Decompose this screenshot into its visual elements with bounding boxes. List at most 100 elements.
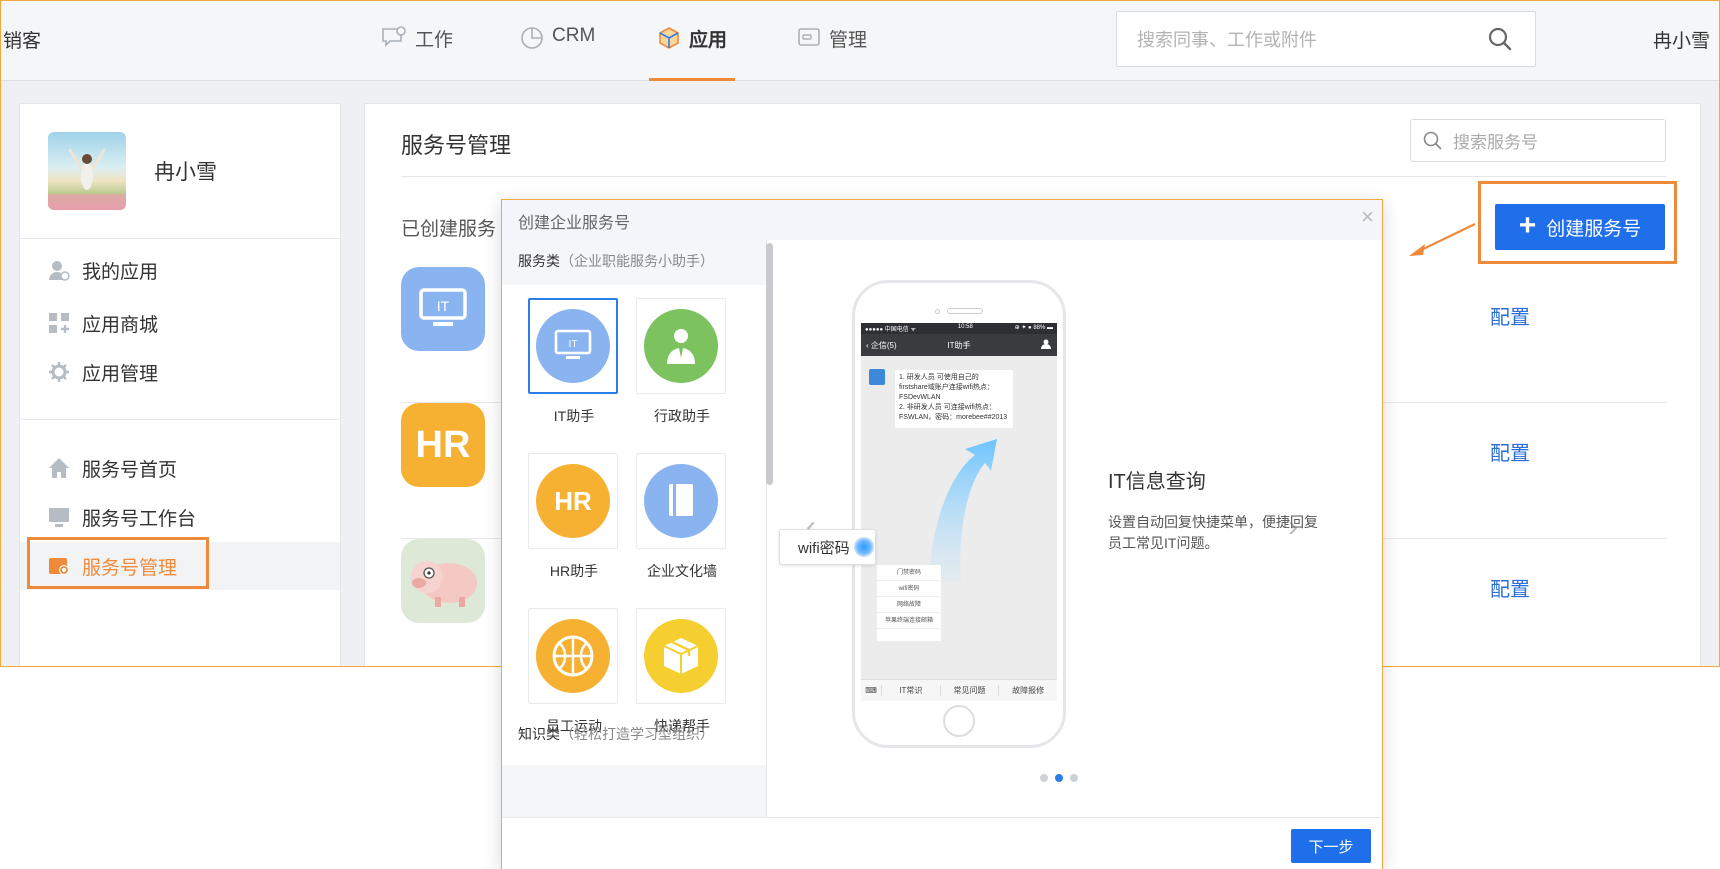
status-bar: ●●●●● 中国电信 ᯤ 10:58 ⊕ ✦ ● 88% ▬ — [861, 323, 1057, 334]
create-service-button[interactable]: + 创建服务号 — [1495, 204, 1665, 250]
nav-apps[interactable]: 应用 — [648, 25, 736, 81]
grid-plus-icon — [49, 313, 69, 333]
tile-it-assistant[interactable]: IT IT助手 — [526, 298, 644, 446]
it-icon: IT — [401, 267, 485, 351]
hr-icon: HR — [401, 403, 485, 487]
nav-label: 应用 — [689, 30, 728, 51]
divider — [20, 419, 340, 420]
highlight-box — [27, 537, 209, 589]
brand-label: 销客 — [3, 31, 42, 52]
feature-title: IT信息查询 — [1108, 471, 1206, 493]
nav-label: 工作 — [415, 30, 454, 51]
sidebar-item-label: 服务号工作台 — [82, 508, 197, 530]
create-button-label: 创建服务号 — [1546, 218, 1642, 240]
bot-avatar-icon — [869, 369, 885, 385]
sidebar-item-app-manage[interactable]: 应用管理 — [20, 348, 340, 396]
quick-menu: 门禁密码 wifi密码 网络故障 苹果终端连接邮箱 — [877, 565, 941, 641]
category-heading: 服务类（企业职能服务小助手） — [518, 253, 714, 269]
home-icon — [49, 458, 69, 478]
tile-label: HR助手 — [549, 563, 599, 579]
page-title: 服务号管理 — [401, 133, 512, 158]
preview-panel: ‹ › ●●●●● 中国电信 ᯤ 10:58 ⊕ ✦ ● 88% ▬ ‹ 企信(… — [776, 240, 1382, 817]
hr-icon: HR — [536, 464, 610, 538]
phone-screen: ●●●●● 中国电信 ᯤ 10:58 ⊕ ✦ ● 88% ▬ ‹ 企信(5) I… — [861, 323, 1057, 701]
config-link[interactable]: 配置 — [1490, 437, 1530, 466]
close-icon[interactable]: × — [1361, 206, 1374, 228]
icon-text: IT — [569, 339, 578, 350]
sidebar-item-my-apps[interactable]: 我的应用 — [20, 246, 340, 294]
tile-label: 行政助手 — [654, 408, 710, 424]
pager-dot-active — [1055, 774, 1063, 782]
admin-person-icon — [644, 309, 718, 383]
sidebar-item-service-home[interactable]: 服务号首页 — [20, 444, 340, 492]
category-heading: 知识类（轻松打造学习型组织） — [518, 726, 714, 742]
phone-camera-icon — [935, 309, 940, 314]
tile-label: 企业文化墙 — [647, 563, 717, 579]
chat-icon — [382, 26, 406, 47]
sidebar-username: 冉小雪 — [154, 161, 217, 184]
tile-admin-assistant[interactable]: 行政助手 — [634, 298, 752, 446]
top-navbar: 销客 工作 CRM 应用 管理 搜索同事、工作或附件 冉小雪 — [1, 1, 1719, 81]
sidebar: 冉小雪 我的应用 应用商城 应用管理 服务号首页 服务号工作台 服务号管理 — [19, 103, 341, 666]
config-link[interactable]: 配置 — [1490, 301, 1530, 330]
plus-icon: + — [1518, 209, 1537, 242]
tile-culture-wall[interactable]: 企业文化墙 — [634, 453, 752, 601]
next-button[interactable]: 下一步 — [1291, 829, 1371, 863]
nav-label: CRM — [552, 25, 596, 46]
service-search-input[interactable]: 搜索服务号 — [1410, 119, 1666, 162]
swipe-arrow-icon — [929, 439, 997, 581]
tile-hr-assistant[interactable]: HR HR助手 — [526, 453, 644, 601]
pager-dot — [1070, 774, 1078, 782]
avatar[interactable] — [48, 132, 126, 210]
top-username[interactable]: 冉小雪 — [1653, 26, 1710, 53]
sidebar-item-label: 应用管理 — [82, 363, 159, 385]
pager-dots[interactable] — [1040, 774, 1078, 782]
cube-icon — [659, 27, 679, 49]
scrollbar[interactable] — [766, 243, 773, 485]
nav-manage[interactable]: 管理 — [797, 25, 867, 81]
tile-grid: IT IT助手 行政助手 HR HR助手 企业文化墙 员工运动 快递帮手 — [502, 285, 766, 765]
sidebar-item-app-store[interactable]: 应用商城 — [20, 299, 340, 347]
user-apps-icon — [49, 261, 70, 281]
chat-header: ‹ 企信(5) IT助手 — [861, 334, 1057, 356]
search-placeholder: 搜索服务号 — [1453, 133, 1538, 152]
tap-indicator-icon — [854, 537, 874, 557]
nav-crm[interactable]: CRM — [520, 25, 595, 81]
pie-chart-icon — [521, 27, 543, 49]
chat-menu-bar: ⌨ IT常识 常见问题 故障报修 — [861, 679, 1057, 701]
monitor-icon — [49, 508, 69, 527]
back-label: ‹ 企信(5) — [866, 340, 897, 350]
user-icon — [1041, 339, 1051, 349]
chat-title: IT助手 — [947, 340, 971, 350]
icon-text: IT — [437, 298, 450, 314]
basketball-icon — [536, 619, 610, 693]
config-link[interactable]: 配置 — [1490, 573, 1530, 602]
tile-label: IT助手 — [553, 408, 595, 424]
it-icon: IT — [536, 309, 610, 383]
search-placeholder: 搜索同事、工作或附件 — [1137, 30, 1317, 50]
create-service-dialog: 创建企业服务号 × 服务类（企业职能服务小助手） IT IT助手 行政助手 HR… — [501, 199, 1383, 869]
sidebar-item-service-workbench[interactable]: 服务号工作台 — [20, 493, 340, 541]
chat-bubble: 1. 研发人员 可使用自己的 firstshare域账户连接wifi热点：FSD… — [895, 370, 1013, 428]
book-icon — [644, 464, 718, 538]
category-panel: 服务类（企业职能服务小助手） IT IT助手 行政助手 HR HR助手 企业文化… — [502, 240, 767, 817]
dialog-footer: 下一步 — [502, 817, 1382, 869]
sidebar-item-label: 我的应用 — [82, 261, 159, 283]
global-search-input[interactable]: 搜索同事、工作或附件 — [1116, 11, 1536, 67]
dialog-title: 创建企业服务号 — [518, 215, 631, 232]
divider — [20, 238, 340, 239]
search-icon — [1423, 131, 1442, 150]
phone-mockup: ●●●●● 中国电信 ᯤ 10:58 ⊕ ✦ ● 88% ▬ ‹ 企信(5) I… — [852, 280, 1066, 748]
divider — [401, 176, 1667, 177]
nav-label: 管理 — [829, 30, 868, 51]
phone-home-button — [943, 705, 975, 737]
card-icon — [798, 28, 820, 46]
sidebar-item-label: 应用商城 — [82, 314, 159, 336]
feature-description: 设置自动回复快捷菜单，便捷回复员工常见IT问题。 — [1108, 514, 1318, 551]
pig-icon — [401, 539, 485, 623]
highlight-chip: wifi密码 — [779, 529, 876, 565]
sidebar-item-label: 服务号首页 — [82, 459, 178, 481]
keyboard-icon: ⌨ — [865, 686, 877, 695]
search-icon[interactable] — [1487, 26, 1513, 52]
nav-work[interactable]: 工作 — [381, 25, 453, 81]
